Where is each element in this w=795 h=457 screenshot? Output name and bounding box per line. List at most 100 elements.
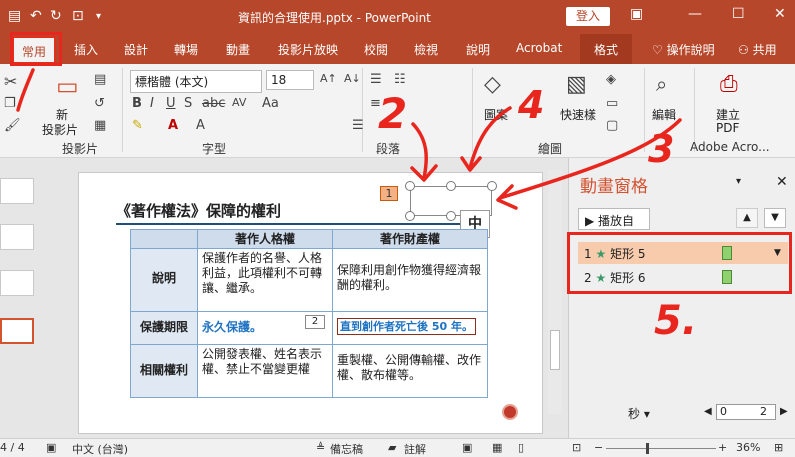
normal-view-icon[interactable]: ▣ (462, 441, 472, 454)
font-size-select[interactable]: 18 (266, 70, 314, 90)
move-down-icon[interactable]: ▼ (764, 208, 786, 228)
clear-format-icon[interactable]: A (196, 118, 205, 133)
underline-icon[interactable]: U (166, 96, 176, 111)
pane-options-icon[interactable]: ▾ (736, 176, 741, 187)
language[interactable]: 中文 (台灣) (72, 441, 128, 457)
shapes-label[interactable]: 圖案 (484, 106, 508, 123)
share-button[interactable]: ⚇ 共用 (738, 41, 777, 58)
undo-icon[interactable]: ↶ (30, 8, 42, 24)
shrink-font-icon[interactable]: A↓ (344, 72, 361, 85)
grow-font-icon[interactable]: A↑ (320, 72, 337, 85)
timeline-scroll-right-icon[interactable]: ▶ (780, 406, 788, 417)
reset-icon[interactable]: ↺ (94, 96, 105, 111)
scrollbar-thumb[interactable] (550, 330, 560, 370)
reading-view-icon[interactable]: ▯ (518, 441, 524, 454)
zoom-in-icon[interactable]: + (718, 441, 727, 454)
cut-icon[interactable]: ✂ (4, 72, 17, 91)
spacing-icon[interactable]: AV (232, 96, 246, 109)
numbering-icon[interactable]: ☷ (394, 72, 406, 87)
thumbnail-slide-1[interactable] (0, 178, 34, 204)
comments-button[interactable]: 註解 (404, 441, 426, 457)
quick-styles-icon[interactable]: ▧ (566, 72, 587, 97)
move-up-icon[interactable]: ▲ (736, 208, 758, 228)
pdf-icon[interactable]: ⎙ (720, 72, 738, 97)
shadow-icon[interactable]: S (184, 96, 192, 111)
shapes-icon[interactable]: ◇ (484, 72, 501, 97)
slideshow-view-icon[interactable]: ⊡ (572, 441, 581, 454)
save-icon[interactable]: ▤ (8, 8, 21, 24)
shape-fill-icon[interactable]: ◈ (606, 72, 616, 87)
ribbon-display-icon[interactable]: ▣ (630, 6, 643, 22)
minimize-icon[interactable]: — (688, 6, 702, 22)
animation-tag-1[interactable]: 1 (380, 186, 398, 201)
section-icon[interactable]: ▦ (94, 118, 106, 133)
case-icon[interactable]: Aa (262, 96, 279, 111)
resize-handle[interactable] (405, 181, 415, 191)
tab-animations[interactable]: 動畫 (226, 41, 250, 58)
resize-handle[interactable] (446, 211, 456, 221)
notes-button[interactable]: 備忘稿 (330, 441, 363, 457)
tab-insert[interactable]: 插入 (74, 41, 98, 58)
customize-qat-icon[interactable]: ▾ (96, 11, 101, 22)
notes-icon[interactable]: ≜ (316, 441, 325, 454)
find-icon[interactable]: ⌕ (656, 72, 667, 96)
comments-icon[interactable]: ▰ (388, 441, 396, 454)
tell-me[interactable]: ♡ 操作說明 (652, 41, 715, 58)
title-bar: ▤ ↶ ↻ ⊡ ▾ 資訊的合理使用.pptx - PowerPoint 登入 ▣… (0, 0, 795, 34)
resize-handle[interactable] (446, 181, 456, 191)
justify-icon[interactable]: ☰ (352, 118, 364, 133)
format-painter-icon[interactable]: 🖌 (4, 118, 21, 133)
font-color-icon[interactable]: A (168, 118, 178, 133)
thumbnail-slide-2[interactable] (0, 224, 34, 250)
bold-icon[interactable]: B (132, 96, 142, 111)
timeline-scroll-left-icon[interactable]: ◀ (704, 406, 712, 417)
shape-outline-icon[interactable]: ▭ (606, 96, 618, 111)
zoom-level[interactable]: 36% (736, 441, 760, 454)
tab-format[interactable]: 格式 (580, 34, 633, 64)
bullets-icon[interactable]: ☰ (370, 72, 382, 87)
layout-icon[interactable]: ▤ (94, 72, 106, 87)
shape-effects-icon[interactable]: ▢ (606, 118, 618, 133)
new-slide-icon[interactable]: ▭ (56, 72, 79, 100)
create-pdf-label-2[interactable]: PDF (716, 121, 739, 135)
font-name-select[interactable]: 標楷體 (本文) (130, 70, 262, 93)
pane-close-icon[interactable]: ✕ (776, 174, 788, 190)
fit-slide-icon[interactable]: ⊞ (774, 441, 783, 454)
resize-handle[interactable] (487, 181, 497, 191)
thumbnail-slide-4[interactable] (0, 318, 34, 344)
highlight-icon[interactable]: ✎ (132, 118, 143, 133)
quick-styles-label[interactable]: 快速樣 (560, 106, 596, 123)
play-from-button[interactable]: ▶ 播放自 (578, 208, 650, 230)
new-slide-label-2[interactable]: 投影片 (42, 121, 78, 138)
strikethrough-icon[interactable]: abc (202, 96, 225, 111)
tab-view[interactable]: 檢視 (414, 41, 438, 58)
login-button[interactable]: 登入 (566, 7, 610, 26)
italic-icon[interactable]: I (150, 96, 154, 111)
zoom-slider[interactable] (606, 448, 716, 449)
resize-handle[interactable] (405, 211, 415, 221)
editing-label[interactable]: 編輯 (652, 106, 676, 123)
tab-slideshow[interactable]: 投影片放映 (278, 41, 338, 58)
align-left-icon[interactable]: ≡ (370, 96, 381, 111)
tab-transitions[interactable]: 轉場 (174, 41, 198, 58)
slideshow-icon[interactable]: ⊡ (72, 8, 84, 24)
zoom-out-icon[interactable]: − (594, 441, 603, 454)
ribbon-tabs: 常用 插入 設計 轉場 動畫 投影片放映 校閱 檢視 說明 Acrobat 格式… (0, 34, 795, 64)
animation-tag-2[interactable]: 2 (305, 315, 325, 329)
maximize-icon[interactable]: ☐ (732, 6, 745, 22)
redo-icon[interactable]: ↻ (50, 8, 62, 24)
seconds-label[interactable]: 秒 ▾ (628, 405, 650, 422)
slide-sorter-icon[interactable]: ▦ (492, 441, 502, 454)
vertical-scrollbar[interactable] (548, 170, 562, 414)
copy-icon[interactable]: ❐ (4, 96, 16, 111)
thumbnail-slide-3[interactable] (0, 270, 34, 296)
tab-acrobat[interactable]: Acrobat (516, 41, 562, 55)
zoom-slider-thumb[interactable] (646, 443, 649, 454)
tab-review[interactable]: 校閱 (364, 41, 388, 58)
tab-design[interactable]: 設計 (124, 41, 148, 58)
close-icon[interactable]: ✕ (774, 6, 786, 22)
slide-title[interactable]: 《著作權法》保障的權利 (116, 200, 281, 221)
tab-help[interactable]: 說明 (466, 41, 490, 58)
spelling-icon[interactable]: ▣ (46, 441, 56, 454)
table-cell: 公開發表權、姓名表示權、禁止不當變更權 (197, 344, 333, 398)
